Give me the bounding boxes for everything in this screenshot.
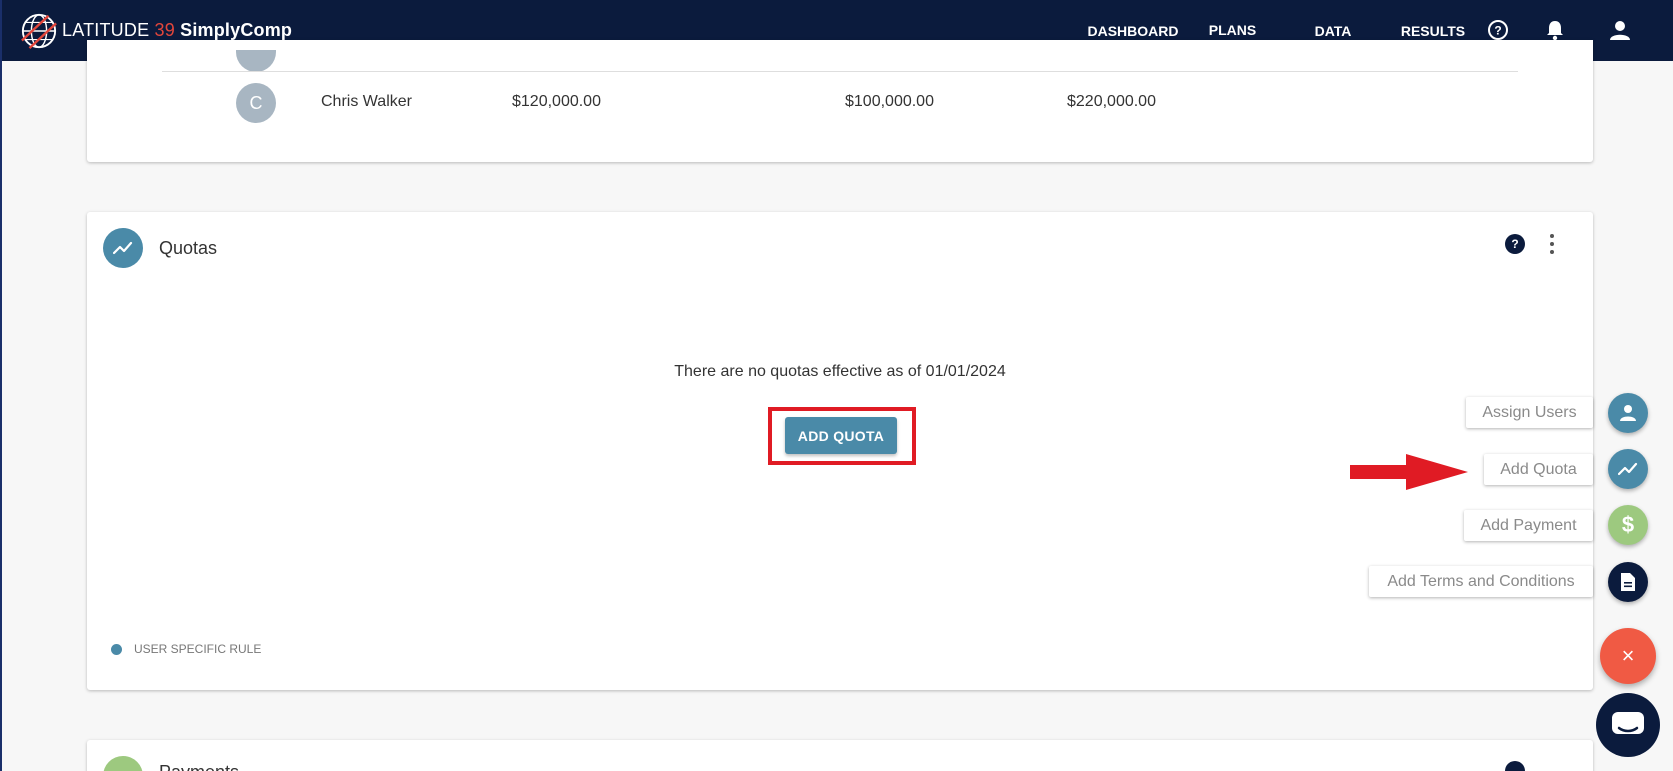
plan-users-card: C Chris Walker $120,000.00 $100,000.00 $… — [87, 40, 1593, 162]
assign-users-label[interactable]: Assign Users — [1466, 397, 1593, 428]
amount-cell-1: $120,000.00 — [512, 93, 601, 110]
brand-name: LATITUDE 39 SimplyComp — [62, 20, 293, 40]
add-quota-label[interactable]: Add Quota — [1484, 454, 1593, 485]
empty-state-message: There are no quotas effective as of 01/0… — [674, 363, 1006, 380]
quotas-card: Quotas ? There are no quotas effective a… — [87, 212, 1593, 690]
avatar-partial — [236, 50, 276, 72]
payments-card: Payments — [87, 740, 1593, 771]
user-rule-label: USER SPECIFIC RULE — [134, 642, 262, 656]
user-name-cell: Chris Walker — [321, 93, 412, 110]
more-vert-icon[interactable] — [1549, 234, 1555, 254]
avatar: C — [236, 83, 276, 123]
section-title: Payments — [159, 762, 239, 771]
add-payment-fab[interactable]: $ — [1608, 505, 1648, 545]
payments-icon — [103, 756, 143, 771]
globe-logo-icon — [21, 13, 57, 49]
assign-users-button[interactable] — [1608, 393, 1648, 433]
svg-text:?: ? — [1494, 24, 1501, 38]
trending-up-icon — [1618, 462, 1638, 476]
add-terms-label[interactable]: Add Terms and Conditions — [1369, 566, 1593, 597]
help-icon[interactable]: ? — [1505, 234, 1525, 254]
close-speed-dial-button[interactable]: × — [1600, 628, 1656, 684]
add-payment-label[interactable]: Add Payment — [1464, 510, 1593, 541]
user-specific-rule-legend: USER SPECIFIC RULE — [111, 642, 261, 656]
add-terms-fab[interactable] — [1608, 562, 1648, 602]
trending-up-icon — [103, 228, 143, 268]
dollar-icon: $ — [1621, 512, 1635, 537]
amount-cell-3: $220,000.00 — [1067, 93, 1156, 110]
document-icon — [1621, 573, 1635, 591]
chat-widget-button[interactable] — [1596, 693, 1660, 757]
row-divider — [162, 71, 1518, 72]
user-rule-icon — [111, 643, 122, 655]
arrow-annotation — [1350, 454, 1468, 490]
section-title: Quotas — [159, 238, 218, 258]
help-icon[interactable] — [1505, 761, 1525, 771]
account-icon[interactable] — [1607, 17, 1633, 43]
add-quota-fab[interactable] — [1608, 449, 1648, 489]
add-quota-button[interactable]: ADD QUOTA — [785, 417, 897, 454]
amount-cell-2: $100,000.00 — [845, 93, 934, 110]
chat-icon — [1612, 712, 1644, 734]
person-icon — [1620, 405, 1636, 421]
